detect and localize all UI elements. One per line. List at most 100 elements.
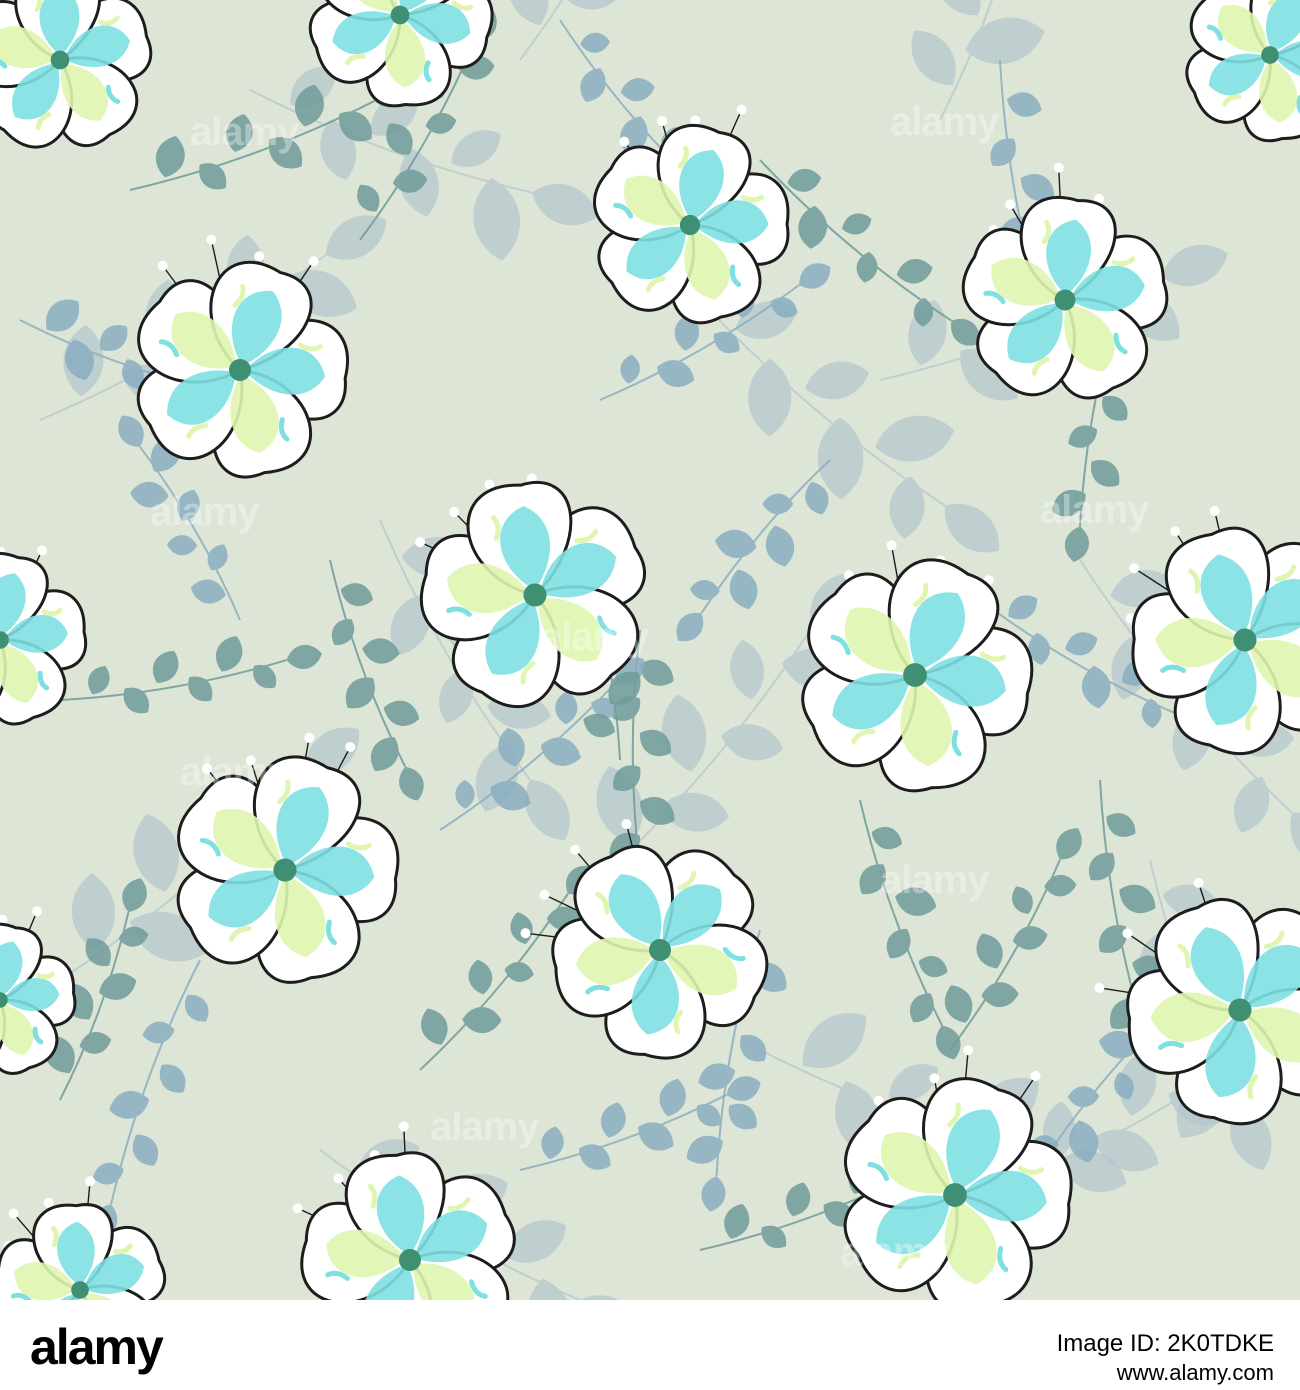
leaf xyxy=(1090,460,1120,487)
leaf xyxy=(540,737,581,766)
leaf xyxy=(1234,776,1270,833)
leaf xyxy=(1012,886,1033,914)
leaf xyxy=(159,1064,186,1093)
image-id: Image ID: 2K0TDKE xyxy=(1056,1330,1274,1357)
leaf xyxy=(842,213,872,235)
stamen-tip xyxy=(736,104,747,115)
leaf xyxy=(1006,92,1042,117)
stamen-tip xyxy=(206,234,217,245)
leaf xyxy=(109,1090,150,1119)
leaf xyxy=(1081,665,1111,709)
leaf xyxy=(945,504,999,553)
leaf xyxy=(798,205,828,249)
leaf xyxy=(1161,244,1228,287)
leaf xyxy=(701,1176,726,1212)
leaf xyxy=(1089,852,1115,881)
stamen-tip xyxy=(963,1045,974,1056)
leaf xyxy=(122,878,147,913)
flower xyxy=(520,819,769,1060)
leaf xyxy=(504,962,534,982)
leaf xyxy=(560,0,622,10)
stamen-tip xyxy=(304,732,315,743)
leaf xyxy=(990,138,1016,167)
leaf xyxy=(580,32,610,53)
stamen-tip xyxy=(157,260,168,271)
stamen-tip xyxy=(308,256,319,267)
leaf xyxy=(99,973,137,1000)
leaf xyxy=(895,887,937,916)
flower xyxy=(593,104,790,325)
floral-pattern: alamy alamy alamy alamy alamy alamy alam… xyxy=(0,0,1300,1300)
leaf xyxy=(156,135,185,178)
stamen-tip xyxy=(202,763,213,774)
leaf xyxy=(799,263,831,289)
leaf xyxy=(525,779,570,841)
leaf xyxy=(1065,632,1098,656)
leaf xyxy=(399,766,424,801)
leaf xyxy=(1098,925,1127,953)
leaf xyxy=(123,687,149,714)
stamen-tip xyxy=(1094,982,1105,993)
leaf xyxy=(762,493,794,515)
leaf xyxy=(748,358,792,437)
leaf xyxy=(676,612,704,642)
leaf xyxy=(555,691,578,725)
leaf xyxy=(896,259,933,284)
leaf xyxy=(981,982,1019,1008)
leaf xyxy=(531,183,598,226)
flower xyxy=(0,0,153,149)
leaf xyxy=(686,1135,723,1164)
leaf xyxy=(659,1078,686,1117)
leaf xyxy=(1044,874,1077,897)
leaf xyxy=(340,583,374,607)
leaf xyxy=(910,993,934,1023)
leaf xyxy=(132,1134,159,1166)
stamen-tip xyxy=(1053,162,1064,173)
petal-marking xyxy=(36,971,55,980)
leaf xyxy=(805,361,870,400)
leaf xyxy=(451,130,501,167)
pattern-artwork xyxy=(0,0,1300,1300)
leaf xyxy=(130,481,169,508)
flower xyxy=(1185,0,1300,143)
leaf xyxy=(1290,812,1300,867)
leaf xyxy=(662,694,707,772)
flower xyxy=(0,1176,167,1300)
leaf xyxy=(785,1182,811,1217)
leaf xyxy=(728,1103,757,1130)
stamen-tip xyxy=(31,906,42,917)
alamy-logo: alamy xyxy=(30,1319,164,1375)
leaf xyxy=(976,933,1003,969)
leaf xyxy=(740,1034,766,1062)
leaf xyxy=(462,1006,502,1034)
leaf xyxy=(1068,425,1098,448)
stamen-tip xyxy=(1005,199,1016,210)
leaf xyxy=(715,529,757,558)
leaf xyxy=(1056,828,1082,860)
leaf xyxy=(1064,526,1089,562)
leaf xyxy=(1106,813,1136,837)
leaf xyxy=(620,354,640,384)
leaf-sprig xyxy=(59,636,322,714)
leaf xyxy=(152,650,179,683)
leaf xyxy=(579,1295,641,1300)
flower xyxy=(292,1121,516,1300)
stamen-tip xyxy=(36,545,47,556)
stamen-tip xyxy=(398,1121,409,1132)
leaf xyxy=(889,476,925,539)
leaf xyxy=(468,959,493,995)
leaf xyxy=(268,137,303,169)
stamen-tip xyxy=(292,1203,303,1214)
leaf xyxy=(638,1122,674,1151)
leaf xyxy=(965,17,1045,65)
leaf xyxy=(620,78,655,102)
leaf xyxy=(875,415,955,462)
stamen-tip xyxy=(1170,526,1181,537)
leaf xyxy=(983,0,1075,2)
leaf xyxy=(935,1025,961,1060)
leaf xyxy=(216,636,243,672)
leaf xyxy=(345,677,375,709)
leaf xyxy=(253,664,277,689)
leaf xyxy=(689,580,720,600)
leaf xyxy=(88,666,110,695)
